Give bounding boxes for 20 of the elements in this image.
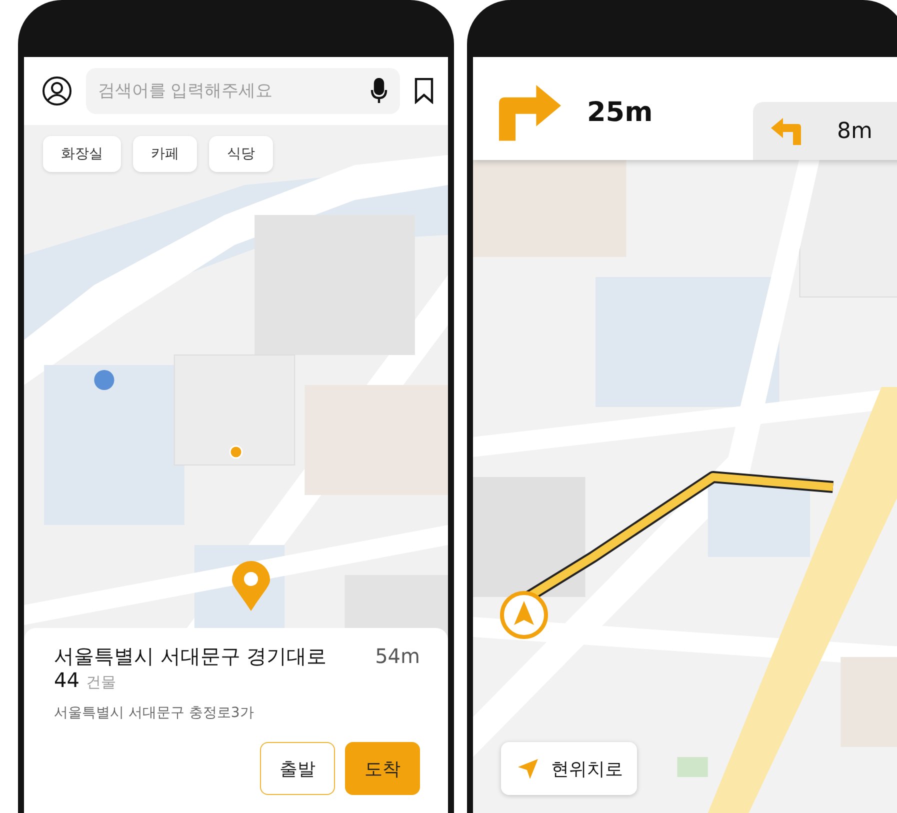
location-dot-icon xyxy=(229,445,243,459)
turn-distance: 25m xyxy=(587,97,653,128)
place-title: 서울특별시 서대문구 경기대로 44 건물 xyxy=(54,644,328,694)
category-chip[interactable]: 화장실 xyxy=(43,136,121,172)
bookmark-icon[interactable] xyxy=(414,78,434,104)
profile-icon[interactable] xyxy=(42,76,72,106)
place-address: 서울특별시 서대문구 충정로3가 xyxy=(54,704,254,722)
distance-text: 54m xyxy=(375,644,420,668)
map-pin-icon xyxy=(232,561,270,611)
turn-arrow-icon xyxy=(771,118,801,144)
category-chip[interactable]: 식당 xyxy=(209,136,273,172)
navigation-arrow-icon xyxy=(517,758,539,780)
turn-arrow-icon xyxy=(499,85,561,141)
current-location-button[interactable]: 현위치로 xyxy=(501,742,637,795)
arrival-button[interactable]: 도착 xyxy=(345,742,420,795)
next-turn-distance: 8m xyxy=(837,118,872,144)
departure-button[interactable]: 출발 xyxy=(260,742,335,795)
microphone-icon[interactable] xyxy=(370,78,388,104)
search-field[interactable]: 검색어를 입력해주세요 xyxy=(86,68,400,114)
category-chip[interactable]: 카페 xyxy=(133,136,197,172)
